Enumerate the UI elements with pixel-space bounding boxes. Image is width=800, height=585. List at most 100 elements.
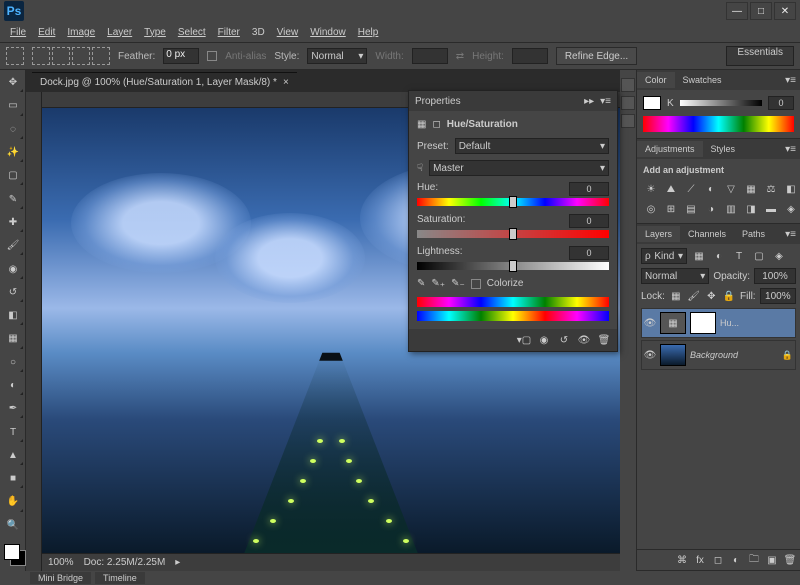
hue-slider[interactable] bbox=[417, 198, 609, 206]
wand-tool[interactable]: ✨ bbox=[2, 142, 24, 163]
eyedropper-add-icon[interactable]: ✎₊ bbox=[431, 278, 445, 289]
link-layers-icon[interactable]: ⌘ bbox=[675, 553, 689, 567]
marquee-int-icon[interactable] bbox=[92, 47, 110, 65]
layer-background[interactable]: 👁 Background 🔒 bbox=[641, 340, 796, 370]
eyedropper-icon[interactable]: ✎ bbox=[417, 278, 425, 289]
shape-tool[interactable]: ■ bbox=[2, 468, 24, 489]
saturation-input[interactable]: 0 bbox=[569, 214, 609, 228]
close-tab-icon[interactable]: × bbox=[283, 77, 289, 88]
visibility-icon[interactable]: 👁 bbox=[644, 317, 656, 329]
menu-window[interactable]: Window bbox=[310, 27, 346, 38]
minimize-button[interactable]: — bbox=[726, 2, 748, 20]
lock-transparency-icon[interactable]: ▦ bbox=[669, 288, 683, 304]
adj-channelmixer-icon[interactable]: ⊞ bbox=[663, 201, 679, 217]
properties-panel[interactable]: Properties ▸▸ ▾≡ ▦ ◻ Hue/Saturation Pres… bbox=[408, 90, 618, 352]
blend-mode-select[interactable]: Normal▾ bbox=[641, 268, 709, 284]
adj-hue-icon[interactable]: ▦ bbox=[743, 181, 759, 197]
maximize-button[interactable]: □ bbox=[750, 2, 772, 20]
properties-collapse-icon[interactable]: ▸▸ bbox=[584, 96, 594, 107]
filter-pixel-icon[interactable]: ▦ bbox=[691, 248, 707, 264]
clip-to-layer-icon[interactable]: ▾▢ bbox=[517, 333, 531, 347]
marquee-add-icon[interactable] bbox=[52, 47, 70, 65]
blur-tool[interactable]: ○ bbox=[2, 352, 24, 373]
hand-tool[interactable]: ✋ bbox=[2, 491, 24, 512]
tab-timeline[interactable]: Timeline bbox=[95, 572, 145, 584]
opacity-input[interactable]: 100% bbox=[754, 268, 796, 284]
adjustments-panel-menu-icon[interactable]: ▾≡ bbox=[781, 144, 800, 155]
tab-channels[interactable]: Channels bbox=[680, 226, 734, 242]
preset-select[interactable]: Default▾ bbox=[455, 138, 609, 154]
new-group-icon[interactable]: 🗀 bbox=[747, 553, 761, 567]
adj-exposure-icon[interactable]: ◐ bbox=[703, 181, 719, 197]
spectrum-ramp[interactable] bbox=[643, 116, 794, 132]
refine-edge-button[interactable]: Refine Edge... bbox=[556, 47, 637, 65]
close-button[interactable]: ✕ bbox=[774, 2, 796, 20]
adj-posterize-icon[interactable]: ▥ bbox=[723, 201, 739, 217]
pen-tool[interactable]: ✒ bbox=[2, 398, 24, 419]
document-tab[interactable]: Dock.jpg @ 100% (Hue/Saturation 1, Layer… bbox=[32, 72, 297, 92]
eraser-tool[interactable]: ◧ bbox=[2, 305, 24, 326]
marquee-sub-icon[interactable] bbox=[72, 47, 90, 65]
marquee-rect-icon[interactable] bbox=[32, 47, 50, 65]
menu-view[interactable]: View bbox=[277, 27, 299, 38]
add-mask-icon[interactable]: ◻ bbox=[711, 553, 725, 567]
hue-input[interactable]: 0 bbox=[569, 182, 609, 196]
eyedropper-sub-icon[interactable]: ✎₋ bbox=[451, 278, 465, 289]
adj-levels-icon[interactable]: ⛰ bbox=[663, 181, 679, 197]
menu-type[interactable]: Type bbox=[144, 27, 166, 38]
dock-icon-actions[interactable] bbox=[621, 96, 635, 110]
dodge-tool[interactable]: ◐ bbox=[2, 375, 24, 396]
layer-name[interactable]: Background bbox=[690, 350, 738, 360]
menu-edit[interactable]: Edit bbox=[38, 27, 55, 38]
adj-colorbalance-icon[interactable]: ⚖ bbox=[763, 181, 779, 197]
delete-layer-icon[interactable]: 🗑 bbox=[783, 553, 797, 567]
adj-vibrance-icon[interactable]: ▽ bbox=[723, 181, 739, 197]
new-layer-icon[interactable]: ▣ bbox=[765, 553, 779, 567]
adj-colorlookup-icon[interactable]: ▤ bbox=[683, 201, 699, 217]
adj-selective-icon[interactable]: ◈ bbox=[783, 201, 799, 217]
saturation-slider[interactable] bbox=[417, 230, 609, 238]
delete-adj-icon[interactable]: 🗑 bbox=[597, 333, 611, 347]
color-slider-track[interactable] bbox=[680, 100, 762, 106]
eyedropper-tool[interactable]: ✎ bbox=[2, 188, 24, 209]
lasso-tool[interactable]: ◌ bbox=[2, 119, 24, 140]
adj-invert-icon[interactable]: ◑ bbox=[703, 201, 719, 217]
type-tool[interactable]: T bbox=[2, 421, 24, 442]
brush-tool[interactable]: 🖌 bbox=[2, 235, 24, 256]
color-value[interactable]: 0 bbox=[768, 96, 794, 110]
stamp-tool[interactable]: ◉ bbox=[2, 258, 24, 279]
layer-name[interactable]: Hu... bbox=[720, 318, 739, 328]
lightness-slider[interactable] bbox=[417, 262, 609, 270]
workspace-switcher[interactable]: Essentials bbox=[726, 46, 794, 66]
move-tool[interactable]: ✥ bbox=[2, 72, 24, 93]
mask-mode-icon[interactable]: ◻ bbox=[432, 119, 440, 130]
targeted-adj-icon[interactable]: ☟ bbox=[417, 163, 423, 174]
tool-preset-icon[interactable] bbox=[6, 47, 24, 65]
tab-mini-bridge[interactable]: Mini Bridge bbox=[30, 572, 91, 584]
lightness-input[interactable]: 0 bbox=[569, 246, 609, 260]
filter-adj-icon[interactable]: ◐ bbox=[711, 248, 727, 264]
adj-photofilter-icon[interactable]: ◎ bbox=[643, 201, 659, 217]
menu-image[interactable]: Image bbox=[67, 27, 95, 38]
history-brush-tool[interactable]: ↺ bbox=[2, 282, 24, 303]
layer-filter-select[interactable]: ρKind▾ bbox=[641, 248, 687, 264]
range-select[interactable]: Master▾ bbox=[429, 160, 609, 176]
layer-hue-saturation[interactable]: 👁 ▦ Hu... bbox=[641, 308, 796, 338]
lock-pixels-icon[interactable]: 🖌 bbox=[687, 288, 701, 304]
filter-type-icon[interactable]: T bbox=[731, 248, 747, 264]
lock-position-icon[interactable]: ✥ bbox=[704, 288, 718, 304]
menu-file[interactable]: File bbox=[10, 27, 26, 38]
colorize-checkbox[interactable] bbox=[471, 279, 481, 289]
adj-curves-icon[interactable]: ⟋ bbox=[683, 181, 699, 197]
layer-thumb[interactable] bbox=[660, 344, 686, 366]
tab-color[interactable]: Color bbox=[637, 72, 675, 88]
dock-icon-history[interactable] bbox=[621, 78, 635, 92]
tab-layers[interactable]: Layers bbox=[637, 226, 680, 242]
tab-styles[interactable]: Styles bbox=[703, 141, 744, 157]
marquee-tool[interactable]: ▭ bbox=[2, 95, 24, 116]
new-adj-layer-icon[interactable]: ◐ bbox=[729, 553, 743, 567]
zoom-readout[interactable]: 100% bbox=[48, 557, 74, 568]
crop-tool[interactable]: ▢ bbox=[2, 165, 24, 186]
lock-all-icon[interactable]: 🔒 bbox=[722, 288, 736, 304]
visibility-icon[interactable]: 👁 bbox=[644, 349, 656, 361]
